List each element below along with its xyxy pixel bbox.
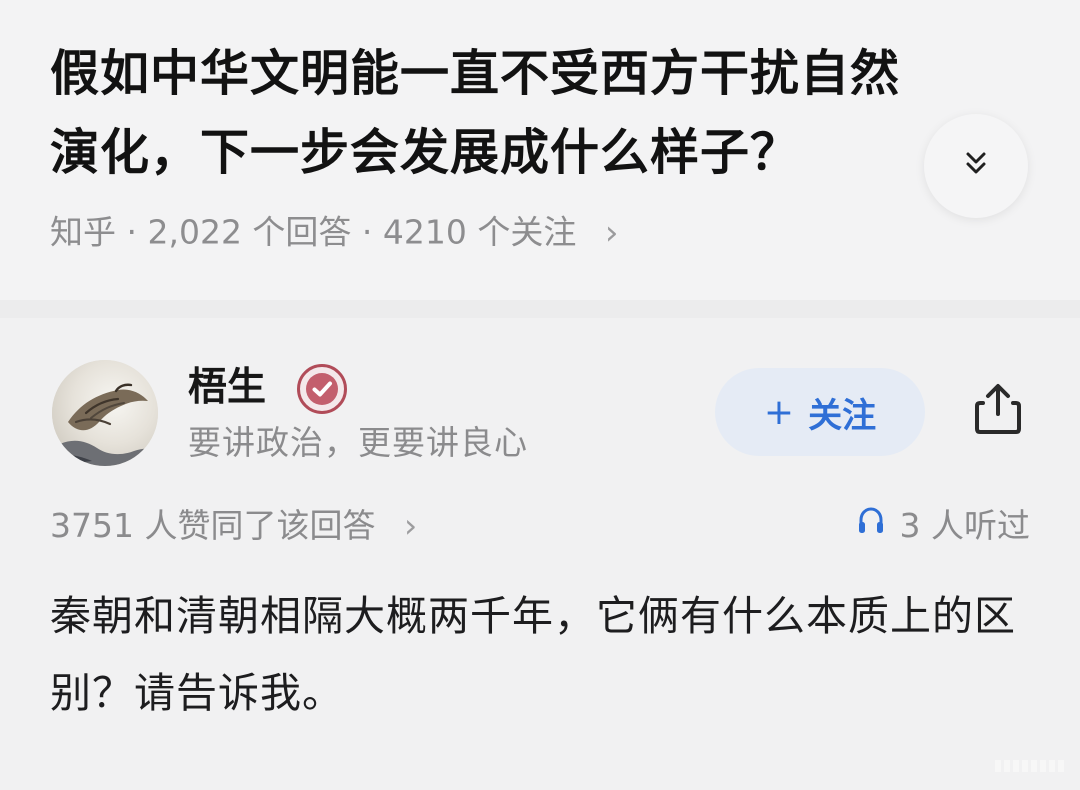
answer-card: 梧生 要讲政治，更要讲良心 + 关注 3751 人赞同了该回答 › 3 人听过 … [0,318,1080,790]
plus-icon: + [763,391,795,433]
follow-label: 关注 [808,395,877,436]
chevron-double-down-icon [958,146,994,186]
question-meta-link[interactable]: 知乎 · 2,022 个回答 · 4210 个关注 › [50,207,618,257]
author-name[interactable]: 梧生 [188,362,266,414]
share-button[interactable] [963,376,1033,446]
listen-button[interactable]: 3 人听过 [854,498,1031,554]
section-divider [0,300,1080,318]
scroll-indicator-icon [995,752,1067,782]
answer-content[interactable]: 秦朝和清朝相隔大概两千年，它俩有什么本质上的区别？请告诉我。 [50,578,1040,732]
expand-button[interactable] [924,114,1028,218]
share-icon [969,380,1027,442]
follow-button[interactable]: + 关注 [715,368,925,456]
upvotes-text: 3751 人赞同了该回答 [50,506,376,545]
question-meta-text: 知乎 · 2,022 个回答 · 4210 个关注 [50,212,577,252]
answer-stats-row: 3751 人赞同了该回答 › 3 人听过 [50,498,1030,554]
question-card[interactable]: 假如中华文明能一直不受西方干扰自然演化，下一步会发展成什么样子？ 知乎 · 2,… [0,0,1080,300]
verified-badge-icon [297,364,347,414]
chevron-right-icon: › [604,212,619,253]
upvotes-link[interactable]: 3751 人赞同了该回答 › [50,498,417,554]
headphones-icon [854,498,900,554]
author-bio: 要讲政治，更要讲良心 [188,423,528,462]
listeners-text: 3 人听过 [899,506,1031,545]
chevron-right-icon: › [403,506,418,545]
avatar[interactable] [52,360,158,466]
answer-page: 假如中华文明能一直不受西方干扰自然演化，下一步会发展成什么样子？ 知乎 · 2,… [0,0,1080,790]
question-title[interactable]: 假如中华文明能一直不受西方干扰自然演化，下一步会发展成什么样子？ [50,34,930,192]
